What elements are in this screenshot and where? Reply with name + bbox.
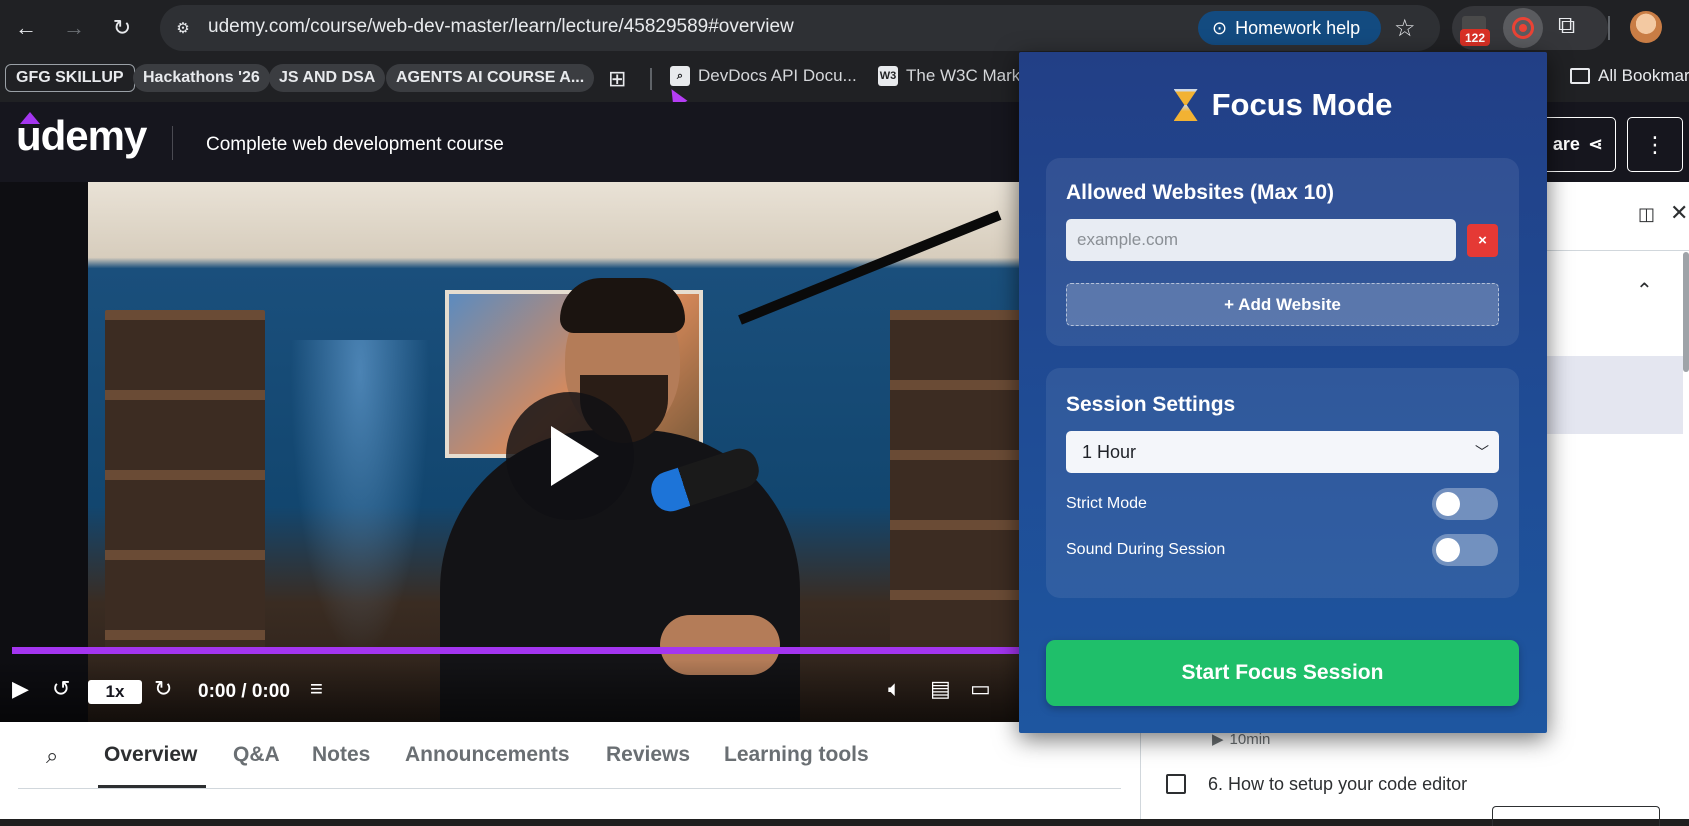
popup-header: Focus Mode [1019, 82, 1547, 128]
apps-grid-icon[interactable]: ⊞ [608, 66, 626, 92]
lecture-item-title[interactable]: 6. How to setup your code editor [1208, 774, 1467, 795]
dock-panel-icon[interactable]: ◫ [1638, 204, 1655, 225]
play-icon [551, 426, 599, 486]
url-text[interactable]: udemy.com/course/web-dev-master/learn/le… [208, 16, 794, 38]
tabs-divider [18, 788, 1121, 789]
extensions-puzzle-icon[interactable]: ⧉ [1558, 12, 1575, 40]
sidebar-scrollbar[interactable] [1683, 252, 1689, 372]
course-tabs-area [0, 722, 1140, 819]
sound-during-session-label: Sound During Session [1066, 541, 1226, 558]
search-icon[interactable]: ⌕ [46, 743, 58, 769]
tab-notes[interactable]: Notes [312, 743, 370, 767]
video-lamp [290, 340, 430, 660]
play-overlay-button[interactable] [506, 392, 634, 520]
video-bookshelf-right [890, 310, 1020, 650]
lens-icon: ⊙ [1212, 17, 1228, 38]
extension-badge: 122 [1460, 29, 1490, 46]
udemy-logo-mark [20, 112, 40, 124]
sidebar-resource-button[interactable] [1492, 806, 1660, 826]
session-settings-title: Session Settings [1066, 393, 1236, 416]
bookmark-devdocs-label: DevDocs API Docu... [698, 66, 857, 85]
video-bookshelf-left [105, 310, 265, 650]
toolbar-divider [1608, 16, 1610, 40]
website-input[interactable] [1066, 219, 1456, 261]
hourglass-icon [1173, 88, 1198, 122]
lecture-complete-checkbox[interactable] [1166, 774, 1186, 794]
allowed-websites-title: Allowed Websites (Max 10) [1066, 181, 1335, 204]
bookmarks-divider [650, 68, 652, 90]
strict-mode-toggle[interactable] [1432, 488, 1498, 520]
lecture-duration: 10min [1229, 730, 1271, 748]
share-icon: ⋖ [1587, 134, 1603, 154]
bookmark-w3c[interactable]: W3 The W3C Marku [878, 66, 1030, 86]
bookmark-star-icon[interactable]: ☆ [1394, 14, 1416, 43]
chevron-down-icon: ﹀ [1475, 444, 1489, 460]
profile-avatar[interactable] [1630, 11, 1662, 43]
play-icon[interactable]: ▶ [12, 676, 29, 702]
tab-overview[interactable]: Overview [104, 743, 197, 767]
course-title[interactable]: Complete web development course [206, 134, 504, 156]
all-bookmarks-label: All Bookmar [1598, 66, 1689, 85]
tab-learning-tools[interactable]: Learning tools [724, 743, 869, 767]
back-arrow-icon[interactable]: ← [8, 10, 44, 46]
captions-icon[interactable]: ▭ [970, 676, 991, 702]
toggle-knob [1436, 538, 1460, 562]
start-focus-session-button[interactable]: Start Focus Session [1046, 640, 1519, 706]
strict-mode-label: Strict Mode [1066, 495, 1147, 512]
duration-value: 1 Hour [1082, 441, 1137, 462]
bookmark-w3c-label: The W3C Marku [906, 66, 1030, 85]
rewind-icon[interactable]: ↺ [52, 676, 70, 702]
close-icon[interactable]: ✕ [1670, 200, 1688, 226]
more-options-button[interactable]: ⋮ [1627, 117, 1683, 172]
header-divider [172, 126, 173, 160]
video-progress-fill [12, 647, 1140, 654]
site-info-icon[interactable]: ⚙ [170, 15, 196, 41]
forward-icon[interactable]: ↻ [154, 676, 172, 702]
volume-icon[interactable]: 🔈︎ [888, 676, 901, 702]
chevron-up-icon[interactable]: ⌃ [1636, 278, 1653, 303]
tab-qa[interactable]: Q&A [233, 743, 280, 767]
focus-mode-extension-icon[interactable] [1503, 8, 1543, 48]
forward-arrow-icon[interactable]: → [56, 10, 92, 46]
all-bookmarks[interactable]: All Bookmar [1570, 66, 1689, 86]
video-presenter-hair [560, 278, 685, 333]
video-time: 0:00 / 0:00 [198, 681, 290, 702]
bookmark-hackathons[interactable]: Hackathons '26 [133, 64, 270, 92]
homework-help-label: Homework help [1235, 17, 1361, 38]
bookmark-agents-ai-course[interactable]: AGENTS AI COURSE A... [386, 64, 595, 92]
share-label: are [1552, 134, 1580, 154]
bookmark-devdocs[interactable]: ⌕ DevDocs API Docu... [670, 66, 857, 86]
w3c-icon: W3 [878, 66, 898, 86]
search-icon: ⌕ [670, 66, 690, 86]
tab-announcements[interactable]: Announcements [405, 743, 570, 767]
playback-speed-button[interactable]: 1x [88, 680, 142, 704]
session-duration-select[interactable]: 1 Hour ﹀ [1066, 431, 1499, 473]
popup-title: Focus Mode [1211, 87, 1393, 122]
reload-icon[interactable]: ↻ [104, 10, 140, 46]
transcript-icon[interactable]: ▤ [930, 676, 951, 702]
homework-help-button[interactable]: ⊙ Homework help [1198, 11, 1381, 45]
remove-website-button[interactable]: × [1467, 224, 1498, 257]
bookmark-js-and-dsa[interactable]: JS AND DSA [269, 64, 386, 92]
bookmark-gfg-skillup[interactable]: GFG SKILLUP [5, 64, 135, 92]
toggle-knob [1436, 492, 1460, 516]
add-website-button[interactable]: + Add Website [1066, 283, 1499, 326]
add-note-icon[interactable]: ≡ [310, 676, 323, 702]
folder-icon [1570, 68, 1590, 84]
sound-during-session-toggle[interactable] [1432, 534, 1498, 566]
tab-reviews[interactable]: Reviews [606, 743, 690, 767]
